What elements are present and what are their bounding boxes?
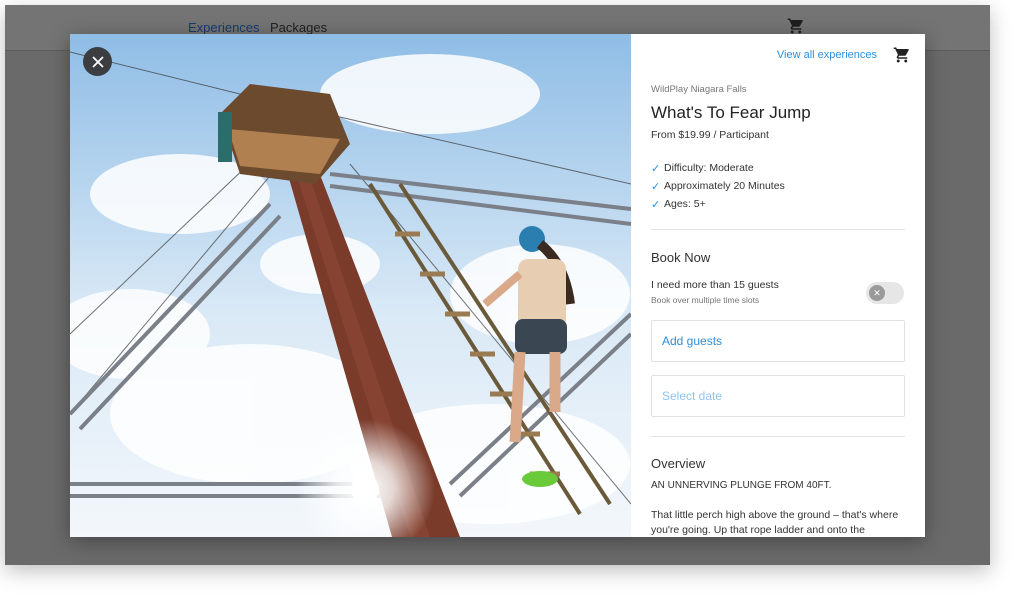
close-button[interactable] [83,47,112,76]
shopping-cart-icon[interactable] [893,46,911,64]
panel-header: View all experiences [777,46,911,64]
venue-name: WildPlay Niagara Falls [651,84,747,95]
overview-subheading: AN UNNERVING PLUNGE FROM 40FT. [651,480,832,491]
experience-modal: View all experiences WildPlay Niagara Fa… [70,34,925,537]
large-group-sublabel: Book over multiple time slots [651,295,760,305]
close-icon [91,55,104,68]
price-text: From $19.99 / Participant [651,129,769,141]
checkmark-icon: ✓ [651,198,661,211]
feature-item: ✓ Ages: 5+ [651,198,706,211]
nav-link-packages[interactable]: Packages [270,20,327,35]
experience-detail-panel: View all experiences WildPlay Niagara Fa… [631,34,925,537]
large-group-toggle[interactable]: ✕ [866,282,904,304]
select-date-field[interactable]: Select date [651,375,905,417]
add-guests-field[interactable]: Add guests [651,320,905,362]
feature-item: ✓ Difficulty: Moderate [651,162,754,175]
view-all-experiences-link[interactable]: View all experiences [777,49,877,61]
large-group-label: I need more than 15 guests [651,279,779,291]
feature-item: ✓ Approximately 20 Minutes [651,180,785,193]
experience-photo [70,34,631,537]
checkmark-icon: ✓ [651,180,661,193]
shopping-cart-icon[interactable] [787,17,805,35]
toggle-knob: ✕ [869,285,885,301]
feature-list: ✓ Difficulty: Moderate ✓ Approximately 20 … [651,159,785,213]
overview-heading: Overview [651,456,706,471]
experience-title: What's To Fear Jump [651,103,811,122]
divider [651,436,905,437]
photo-ropes-course [70,34,631,537]
book-now-heading: Book Now [651,250,711,265]
divider [651,229,905,230]
nav-link-experiences[interactable]: Experiences [188,20,260,35]
checkmark-icon: ✓ [651,162,661,175]
overview-body: That little perch high above the ground … [651,509,899,536]
close-icon: ✕ [873,287,881,298]
